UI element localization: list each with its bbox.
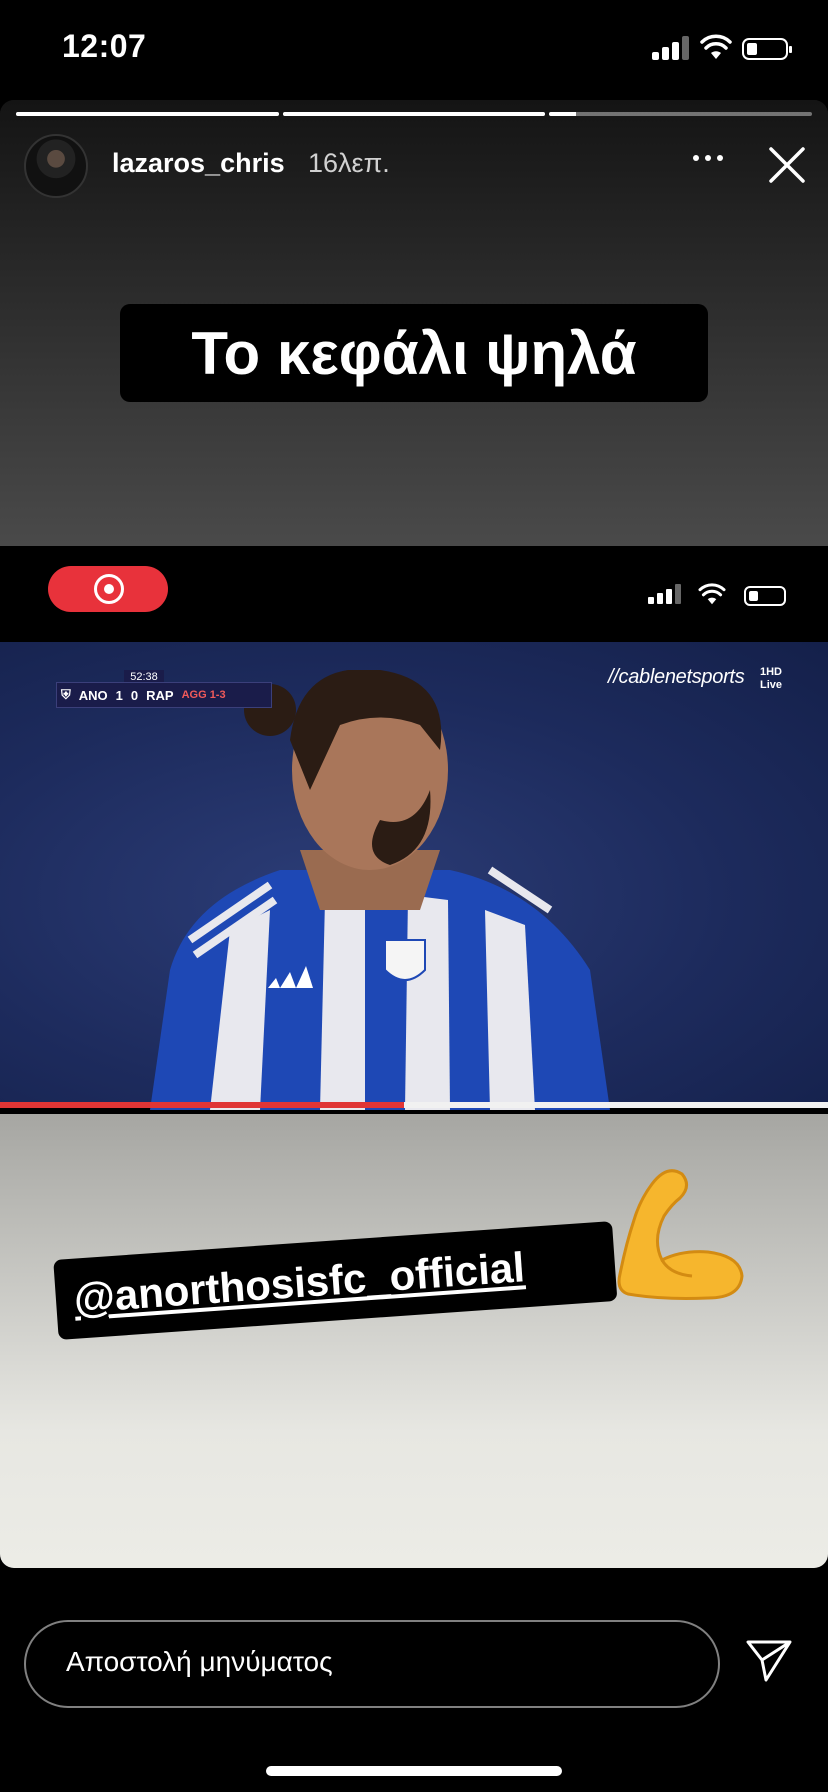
username[interactable]: lazaros_chris (112, 148, 285, 179)
avatar[interactable] (24, 134, 88, 198)
flexed-biceps-icon (617, 1169, 744, 1300)
cellular-signal-icon (652, 36, 692, 60)
progress-segment (282, 112, 546, 116)
caption-text: Το κεφάλι ψηλά (191, 319, 637, 387)
live-label: Live (760, 679, 783, 691)
home-team: ANO (78, 687, 108, 703)
battery-icon (744, 586, 786, 606)
channel-number: 1HD (760, 666, 783, 678)
video-progress-bar (0, 1102, 828, 1108)
aggregate-score: AGG 1-3 (181, 689, 226, 701)
reply-placeholder: Αποστολή μηνύματος (66, 1646, 333, 1677)
record-icon (94, 574, 124, 604)
wifi-icon (698, 583, 726, 605)
progress-segment (16, 112, 279, 116)
shield-icon: ⛨ (61, 687, 71, 702)
channel-badge: 1HD Live (760, 666, 782, 692)
progress-segment (549, 112, 813, 116)
scorebug: ⛨ ANO 1 0 RAP AGG 1-3 (56, 682, 272, 708)
caption-sticker: Το κεφάλι ψηλά (120, 304, 708, 402)
status-bar: 12:07 (0, 0, 828, 100)
battery-icon (742, 38, 792, 60)
home-score: 1 (115, 687, 123, 703)
send-icon[interactable] (744, 1638, 794, 1684)
close-icon[interactable] (768, 146, 806, 184)
home-indicator[interactable] (266, 1766, 562, 1776)
wifi-icon (700, 34, 732, 59)
status-time: 12:07 (62, 28, 147, 64)
mention-text: @anorthosisfc_official (72, 1243, 527, 1322)
posted-time: 16λεπ. (308, 148, 390, 178)
story-progress-bar (16, 112, 813, 116)
away-score: 0 (130, 687, 139, 703)
cellular-signal-icon (648, 584, 682, 604)
away-team: RAP (146, 687, 174, 703)
more-options-icon[interactable] (690, 144, 726, 172)
broadcaster-logo: //cablenetsports (608, 666, 745, 688)
player-image (150, 670, 610, 1110)
